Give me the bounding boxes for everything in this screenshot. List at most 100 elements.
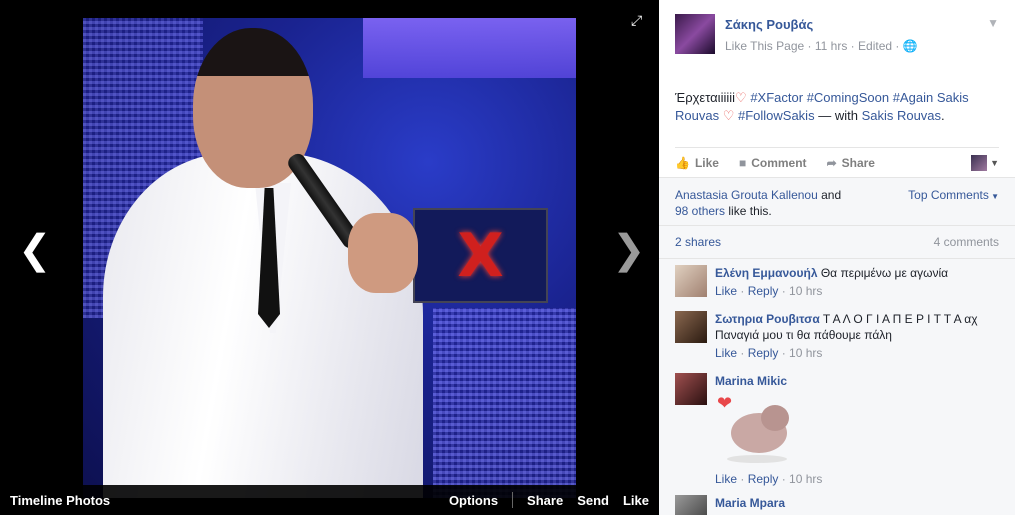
comment-like-link[interactable]: Like: [715, 284, 737, 298]
heart-emoji-icon: ♡: [722, 108, 735, 123]
with-text: — with: [818, 108, 858, 123]
comment-time[interactable]: 10 hrs: [789, 346, 822, 360]
caret-down-icon[interactable]: ▼: [990, 158, 999, 168]
comment-like-link[interactable]: Like: [715, 346, 737, 360]
comment-author[interactable]: Σωτηρια Ρουβιτσα: [715, 312, 820, 326]
post-header-text: Σάκης Ρουβάς Like This Page · 11 hrs · E…: [725, 14, 918, 72]
comment-like-link[interactable]: Like: [715, 472, 737, 486]
comment-reply-link[interactable]: Reply: [748, 346, 779, 360]
comment-body: Marina Mikic ❤ Like · Reply · 10 hrs: [715, 373, 822, 487]
hashtag-comingsoon[interactable]: #ComingSoon: [807, 90, 889, 105]
share-arrow-icon: ➦: [826, 155, 837, 170]
comment-time[interactable]: 10 hrs: [789, 284, 822, 298]
comment-action[interactable]: ■ Comment: [739, 156, 807, 170]
comment-author[interactable]: Maria Mpara: [715, 496, 785, 510]
comment-item: Maria Mpara: [659, 487, 1015, 515]
edited-link[interactable]: Edited: [858, 39, 892, 53]
like-label: Like: [694, 155, 719, 170]
comment-author[interactable]: Marina Mikic: [715, 374, 787, 388]
like-page-link[interactable]: Like This Page: [725, 39, 804, 53]
like-this-text: like this.: [728, 204, 772, 218]
comment-bubble-icon: ■: [738, 155, 747, 170]
comment-meta: Like · Reply · 10 hrs: [715, 346, 823, 360]
photo-actions: Options Share Send Like: [449, 492, 649, 508]
divider: [512, 492, 514, 508]
feedback-section: Anastasia Grouta Kallenou and 98 others …: [659, 177, 1015, 515]
share-button[interactable]: Share: [527, 493, 563, 508]
with-person[interactable]: Sakis Rouvas: [862, 108, 941, 123]
fullscreen-expand-icon[interactable]: ⤢: [631, 12, 642, 29]
caret-down-icon: ▼: [988, 192, 999, 201]
send-button[interactable]: Send: [577, 493, 609, 508]
comment-reply-link[interactable]: Reply: [748, 472, 779, 486]
page-avatar[interactable]: [675, 14, 715, 54]
post-header: Σάκης Ρουβάς Like This Page · 11 hrs · E…: [659, 0, 1015, 72]
comment-text: Θα περιμένω με αγωνία: [820, 266, 949, 280]
page-name[interactable]: Σάκης Ρουβάς: [725, 17, 918, 32]
post-meta: Like This Page · 11 hrs · Edited · 🌐: [725, 39, 918, 53]
commenter-avatar[interactable]: [675, 495, 707, 515]
meta-dot: ·: [807, 39, 815, 53]
share-action[interactable]: ➦ Share: [827, 156, 875, 170]
stage-led-wall-right: [433, 308, 576, 498]
globe-icon: 🌐: [902, 39, 918, 53]
top-comments-label: Top Comments: [908, 188, 989, 202]
hand: [348, 213, 418, 293]
comment-time[interactable]: 10 hrs: [789, 472, 822, 486]
likes-summary: Anastasia Grouta Kallenou and 98 others …: [659, 178, 1015, 226]
comment-meta: Like · Reply · 10 hrs: [715, 284, 823, 298]
stage-led-wall-top: [363, 18, 576, 78]
post-text-prefix: Έρχεται: [675, 90, 721, 105]
post-text: Έρχεταιiiiii♡ #XFactor #ComingSoon #Agai…: [659, 72, 1015, 147]
top-comments-dropdown[interactable]: Top Comments ▼: [908, 187, 999, 225]
like-action[interactable]: 👍 Like: [675, 156, 719, 170]
meta-dot: ·: [850, 39, 859, 53]
photo-viewer: X ❮ ❯ ⤢ Timeline Photos Options Share Se…: [0, 0, 659, 515]
hashtag-followsakis[interactable]: #FollowSakis: [738, 108, 815, 123]
comment-body: Ελένη Εμμανουήλ Θα περιμένω με αγωνία Li…: [715, 265, 948, 299]
xfactor-mic-flag: X: [413, 208, 548, 303]
others-link[interactable]: 98 others: [675, 204, 725, 218]
post-action-row: 👍 Like ■ Comment ➦ Share ▼: [675, 147, 999, 177]
koala-sticker: ❤: [717, 393, 797, 467]
shares-link[interactable]: 2 shares: [675, 235, 934, 249]
next-photo-chevron-right-icon[interactable]: ❯: [612, 230, 646, 270]
meta-dot: ·: [895, 39, 903, 53]
options-button[interactable]: Options: [449, 493, 498, 508]
previous-photo-chevron-left-icon[interactable]: ❮: [18, 230, 52, 270]
comment-author[interactable]: Ελένη Εμμανουήλ: [715, 266, 818, 280]
shares-row: 2 shares 4 comments: [659, 226, 1015, 259]
comment-label: Comment: [751, 155, 807, 170]
and-text: and: [821, 188, 842, 202]
like-button[interactable]: Like: [623, 493, 649, 508]
likers-text: Anastasia Grouta Kallenou and 98 others …: [675, 187, 908, 225]
thumbs-up-icon: 👍: [675, 155, 690, 170]
post-timestamp[interactable]: 11 hrs: [815, 39, 847, 53]
post-photo[interactable]: X: [83, 18, 576, 498]
album-title[interactable]: Timeline Photos: [10, 493, 449, 508]
commenter-avatar[interactable]: [675, 311, 707, 343]
heart-emoji-icon: ♡: [735, 90, 747, 105]
post-sidebar: Σάκης Ρουβάς Like This Page · 11 hrs · E…: [659, 0, 1015, 515]
comment-reply-link[interactable]: Reply: [748, 284, 779, 298]
period: .: [941, 108, 945, 123]
comment-item: Marina Mikic ❤ Like · Reply · 10 hrs: [659, 361, 1015, 487]
post-text-ii: iiiii: [720, 90, 736, 105]
heart-icon: ❤: [717, 393, 733, 413]
viewer-avatar[interactable]: [971, 154, 988, 171]
hashtag-again[interactable]: #Again: [893, 90, 933, 105]
comment-meta: Like · Reply · 10 hrs: [715, 472, 823, 486]
commenter-avatar[interactable]: [675, 265, 707, 297]
comment-item: Ελένη Εμμανουήλ Θα περιμένω με αγωνία Li…: [659, 259, 1015, 299]
liker-name[interactable]: Anastasia Grouta Kallenou: [675, 188, 818, 202]
commenter-avatar[interactable]: [675, 373, 707, 405]
comment-body: Σωτηρια Ρουβιτσα Τ Α Λ Ο Γ Ι Α Π Ε Ρ Ι Τ…: [715, 311, 999, 361]
comments-count[interactable]: 4 comments: [934, 235, 999, 249]
xfactor-logo: X: [457, 220, 504, 291]
post-options-chevron-down-icon[interactable]: ▼: [987, 16, 999, 30]
hashtag-xfactor[interactable]: #XFactor: [750, 90, 803, 105]
comment-body: Maria Mpara: [715, 495, 785, 515]
photo-viewer-bar: Timeline Photos Options Share Send Like: [0, 485, 659, 515]
share-label: Share: [841, 155, 875, 170]
comment-item: Σωτηρια Ρουβιτσα Τ Α Λ Ο Γ Ι Α Π Ε Ρ Ι Τ…: [659, 299, 1015, 361]
